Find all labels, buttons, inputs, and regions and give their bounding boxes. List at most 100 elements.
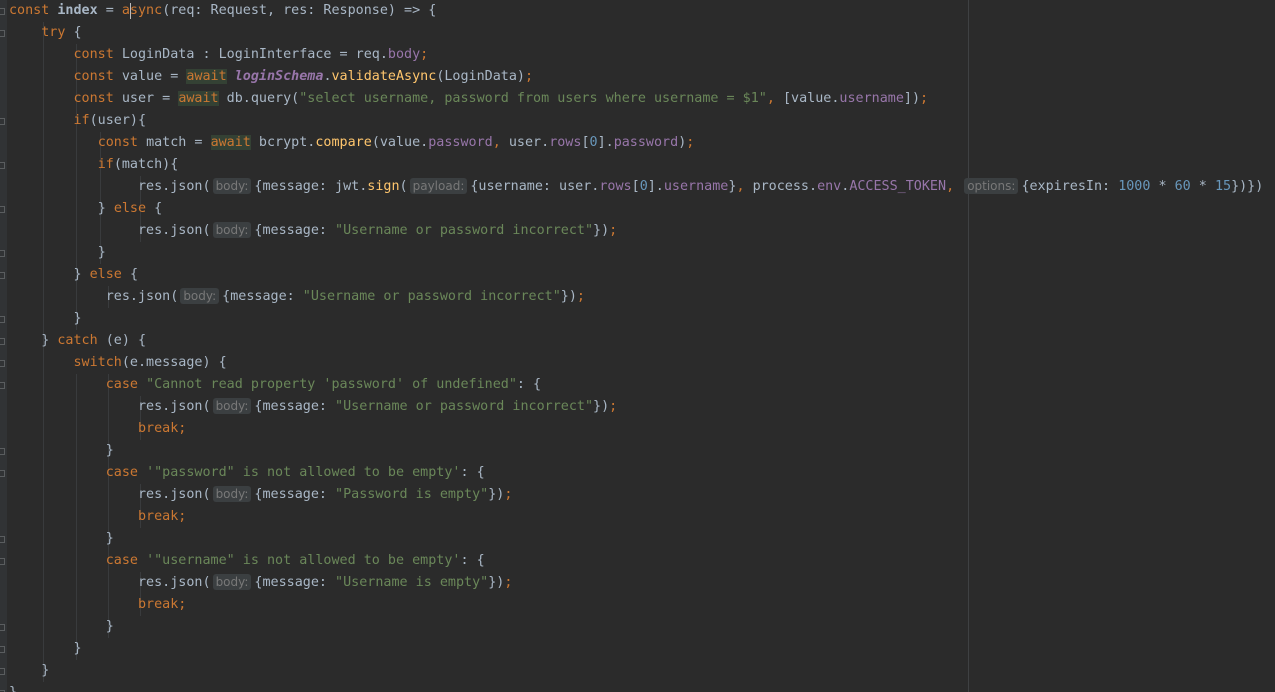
code-token: 1000: [1118, 179, 1151, 194]
code-token: else: [113, 201, 155, 216]
code-token: const: [73, 91, 122, 106]
code-line[interactable]: case "Cannot read property 'password' of…: [9, 374, 541, 396]
code-token: (LoginData): [436, 69, 525, 84]
fold-marker-icon[interactable]: [0, 8, 5, 15]
code-token: {username: user.: [470, 179, 600, 194]
fold-marker-icon[interactable]: [0, 624, 5, 631]
code-token: }: [41, 663, 50, 678]
fold-marker-icon[interactable]: [0, 162, 5, 169]
code-token: res.json(: [138, 223, 211, 238]
fold-marker-icon[interactable]: [0, 206, 5, 213]
code-token: {: [129, 267, 138, 282]
code-line[interactable]: case '"username" is not allowed to be em…: [9, 550, 485, 572]
fold-marker-icon[interactable]: [0, 30, 5, 37]
parameter-hint: body:: [212, 486, 252, 502]
code-line[interactable]: break;: [9, 418, 186, 440]
code-token: ,: [736, 179, 753, 194]
code-line[interactable]: } else {: [9, 264, 139, 286]
fold-marker-icon[interactable]: [0, 338, 5, 345]
code-line[interactable]: }: [9, 528, 114, 550]
code-token: {message: jwt.: [254, 179, 368, 194]
code-token: LoginData : LoginInterface = req.: [121, 47, 388, 62]
code-line[interactable]: } catch (e) {: [9, 330, 146, 352]
code-line[interactable]: if(match){: [9, 154, 179, 176]
code-token: *: [1190, 179, 1215, 194]
code-line[interactable]: res.json(body: {message: "Password is emp…: [9, 484, 512, 506]
code-line[interactable]: if(user){: [9, 110, 147, 132]
fold-marker-icon[interactable]: [0, 646, 5, 653]
code-line[interactable]: const LoginData : LoginInterface = req.b…: [9, 44, 429, 66]
code-line[interactable]: break;: [9, 506, 186, 528]
code-token: (value.: [371, 135, 429, 150]
code-token: {expiresIn:: [1021, 179, 1119, 194]
fold-marker-icon[interactable]: [0, 382, 5, 389]
fold-marker-icon[interactable]: [0, 470, 5, 477]
code-line[interactable]: const value = await loginSchema.validate…: [9, 66, 533, 88]
code-editor[interactable]: const index = async(req: Request, res: R…: [0, 0, 1275, 692]
code-line[interactable]: res.json(body: {message: "Username or pas…: [9, 220, 617, 242]
code-line[interactable]: }: [9, 682, 17, 692]
code-token: }: [73, 267, 90, 282]
code-token: }): [593, 223, 610, 238]
code-token: (e) {: [105, 333, 147, 348]
fold-marker-icon[interactable]: [0, 448, 5, 455]
fold-marker-icon[interactable]: [0, 118, 5, 125]
code-line[interactable]: switch(e.message) {: [9, 352, 227, 374]
code-token: }: [97, 245, 106, 260]
code-token: index: [57, 3, 98, 18]
code-token: ;: [525, 69, 534, 84]
right-margin-guide: [968, 0, 969, 692]
fold-marker-icon[interactable]: [0, 360, 5, 367]
code-line[interactable]: const user = await db.query("select user…: [9, 88, 928, 110]
code-token: process.: [752, 179, 818, 194]
code-line[interactable]: }: [9, 308, 82, 330]
editor-gutter[interactable]: [0, 0, 7, 692]
code-token: {message:: [254, 487, 336, 502]
code-line[interactable]: } else {: [9, 198, 163, 220]
fold-marker-icon[interactable]: [0, 272, 5, 279]
code-line[interactable]: }: [9, 616, 114, 638]
code-line[interactable]: }: [9, 660, 49, 682]
code-line[interactable]: }: [9, 242, 106, 264]
code-line[interactable]: res.json(body: {message: "Username or pas…: [9, 396, 617, 418]
code-token: switch: [73, 355, 122, 370]
code-token: loginSchema: [234, 69, 324, 84]
code-token: : {: [516, 377, 542, 392]
fold-marker-icon[interactable]: [0, 558, 5, 565]
code-token: (: [399, 179, 408, 194]
code-line[interactable]: res.json(body: {message: jwt.sign(payload…: [9, 176, 1263, 198]
code-line[interactable]: res.json(body: {message: "Username or pas…: [9, 286, 585, 308]
code-line[interactable]: }: [9, 440, 114, 462]
code-line[interactable]: const index = async(req: Request, res: R…: [9, 0, 436, 22]
code-line[interactable]: const match = await bcrypt.compare(value…: [9, 132, 694, 154]
fold-marker-icon[interactable]: [0, 250, 5, 257]
fold-marker-icon[interactable]: [0, 668, 5, 675]
code-line[interactable]: res.json(body: {message: "Username is emp…: [9, 572, 512, 594]
fold-marker-icon[interactable]: [0, 316, 5, 323]
code-token: break;: [138, 421, 187, 436]
code-token: {message:: [222, 289, 303, 304]
code-token: '"password" is not allowed to be empty': [146, 465, 461, 480]
code-line[interactable]: case '"password" is not allowed to be em…: [9, 462, 485, 484]
code-token: (match){: [113, 157, 179, 172]
code-token: ,: [766, 91, 783, 106]
code-line[interactable]: break;: [9, 594, 186, 616]
code-token: "Username or password incorrect": [302, 289, 561, 304]
code-token: }: [73, 641, 82, 656]
code-token: : {: [460, 553, 485, 568]
code-token: compare: [315, 135, 372, 150]
code-token: const: [97, 135, 147, 150]
code-line[interactable]: }: [9, 638, 82, 660]
code-token: if: [73, 113, 90, 128]
code-token: 0: [639, 179, 648, 194]
fold-marker-icon[interactable]: [0, 536, 5, 543]
code-line[interactable]: try {: [9, 22, 81, 44]
